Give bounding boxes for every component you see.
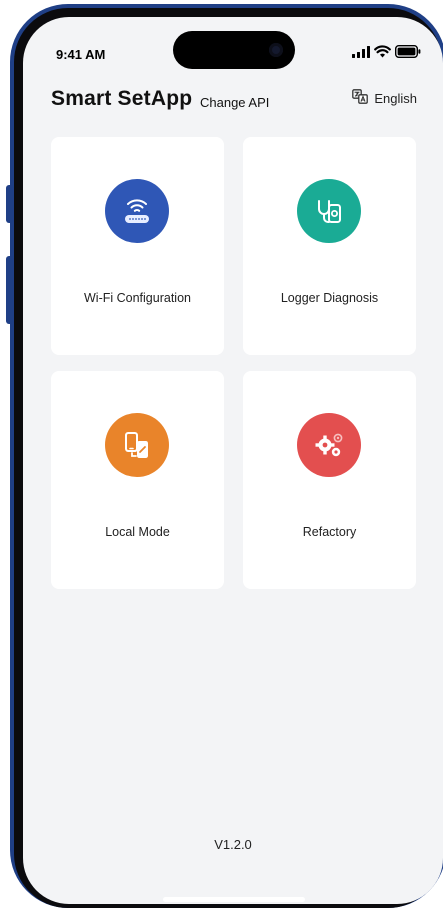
change-api-link[interactable]: Change API bbox=[200, 95, 269, 110]
card-logger-diagnosis[interactable]: Logger Diagnosis bbox=[243, 137, 416, 355]
battery-icon bbox=[394, 44, 421, 63]
signal-icon bbox=[352, 45, 370, 63]
translate-icon bbox=[352, 89, 369, 107]
language-selector[interactable]: English bbox=[352, 89, 417, 107]
side-button-upper bbox=[6, 185, 14, 223]
stethoscope-phone-icon bbox=[297, 179, 361, 243]
wifi-signal-icon bbox=[374, 45, 391, 63]
side-button-lower bbox=[6, 256, 14, 324]
status-icons bbox=[352, 44, 421, 63]
wifi-router-icon bbox=[105, 179, 169, 243]
card-refactory[interactable]: Refactory bbox=[243, 371, 416, 589]
card-wifi-configuration[interactable]: Wi-Fi Configuration bbox=[51, 137, 224, 355]
language-label: English bbox=[374, 90, 417, 106]
gears-icon bbox=[297, 413, 361, 477]
card-local-mode[interactable]: Local Mode bbox=[51, 371, 224, 589]
version-label: V1.2.0 bbox=[214, 837, 252, 852]
card-label: Logger Diagnosis bbox=[280, 291, 379, 305]
app-title: Smart SetApp bbox=[51, 87, 193, 110]
status-time: 9:41 AM bbox=[56, 47, 106, 62]
camera-icon bbox=[269, 43, 283, 57]
card-label: Local Mode bbox=[105, 525, 170, 539]
dynamic-island bbox=[173, 31, 295, 69]
phone-screen: 9:41 AM Smart SetApp Change API English … bbox=[23, 17, 443, 904]
card-label: Refactory bbox=[302, 525, 357, 539]
card-label: Wi-Fi Configuration bbox=[84, 291, 191, 305]
phone-transfer-icon bbox=[105, 413, 169, 477]
home-indicator[interactable] bbox=[163, 897, 305, 902]
